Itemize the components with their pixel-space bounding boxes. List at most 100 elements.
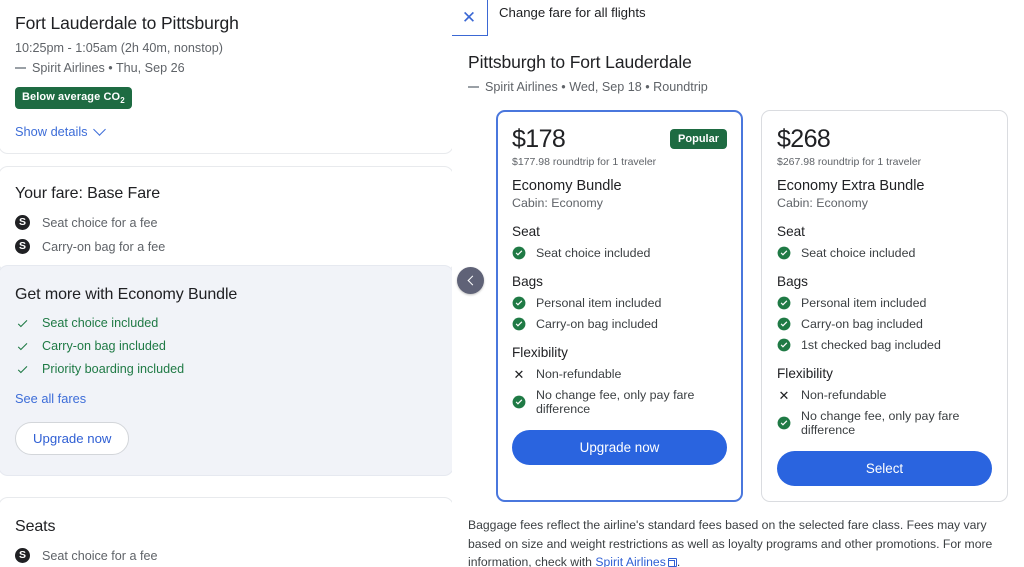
fare-cabin: Cabin: Economy — [777, 196, 868, 211]
feature-label: Seat choice for a fee — [42, 548, 158, 563]
list-item: Carry-on bag included — [777, 317, 992, 331]
group-title-seat: Seat — [777, 224, 805, 240]
fare-price: $268 — [777, 125, 831, 153]
check-circle-icon — [777, 246, 791, 260]
fare-bundle-name: Economy Bundle — [512, 178, 622, 195]
economy-bundle-upsell-card: Get more with Economy Bundle Seat choice… — [0, 265, 452, 476]
fare-option-card[interactable]: $178 Popular $177.98 roundtrip for 1 tra… — [496, 110, 743, 503]
feature-label: Carry-on bag included — [801, 317, 923, 332]
x-icon: ✕ — [778, 387, 790, 403]
price-row: $178 Popular — [512, 126, 727, 152]
seats-card: Seats S Seat choice for a fee — [0, 497, 452, 567]
check-icon — [15, 363, 30, 376]
dollar-fee-icon: S — [15, 239, 30, 254]
list-item: Seat choice included — [777, 246, 992, 260]
feature-label: Non-refundable — [801, 388, 887, 403]
list-item: Priority boarding included — [15, 362, 437, 376]
close-icon[interactable]: ✕ — [452, 0, 488, 36]
airline-logo-placeholder-icon — [468, 86, 479, 88]
feature-label: Personal item included — [536, 296, 662, 311]
trip-title: Pittsburgh to Fort Lauderdale — [468, 52, 692, 72]
chevron-down-icon — [92, 123, 106, 137]
fare-selection-screen: Fort Lauderdale to Pittsburgh 10:25pm - … — [0, 0, 1024, 567]
list-item: Seat choice included — [512, 246, 727, 260]
flight-summary-card: Fort Lauderdale to Pittsburgh 10:25pm - … — [0, 0, 452, 155]
list-item: Seat choice included — [15, 316, 437, 330]
airline-date-label: Spirit Airlines • Thu, Sep 26 — [32, 61, 185, 75]
your-fare-card: Your fare: Base Fare S Seat choice for a… — [0, 166, 452, 272]
fare-cabin: Cabin: Economy — [512, 196, 603, 211]
fare-price-detail: $177.98 roundtrip for 1 traveler — [512, 156, 657, 169]
group-title-bags: Bags — [512, 274, 543, 290]
upgrade-now-button[interactable]: Upgrade now — [512, 430, 727, 466]
left-itinerary-pane: Fort Lauderdale to Pittsburgh 10:25pm - … — [0, 0, 452, 567]
list-item: Personal item included — [777, 296, 992, 310]
bundle-title: Get more with Economy Bundle — [15, 286, 238, 303]
list-item: ✕ Non-refundable — [512, 367, 727, 381]
feature-label: 1st checked bag included — [801, 338, 941, 353]
check-circle-icon — [777, 338, 791, 352]
dollar-fee-icon: S — [15, 548, 30, 563]
list-item: S Seat choice for a fee — [15, 215, 437, 230]
feature-label: Seat choice included — [536, 246, 651, 261]
check-circle-icon — [777, 296, 791, 310]
disclaimer-text-1a: Baggage fees reflect the airline's stand… — [468, 518, 993, 567]
disclaimer-text-1b: . — [676, 555, 681, 567]
check-icon — [15, 340, 30, 353]
feature-label: Carry-on bag included — [42, 339, 166, 353]
external-link-icon — [667, 558, 677, 567]
fare-price: $178 — [512, 125, 566, 153]
spirit-airlines-link[interactable]: Spirit Airlines — [595, 555, 665, 567]
list-item: Carry-on bag included — [512, 317, 727, 331]
dollar-fee-icon: S — [15, 215, 30, 230]
group-title-flexibility: Flexibility — [512, 345, 568, 361]
check-circle-icon — [777, 317, 791, 331]
panel-header: ✕ Change fare for all flights — [452, 0, 1024, 36]
list-item: ✕ Non-refundable — [777, 388, 992, 402]
baggage-disclaimer: Baggage fees reflect the airline's stand… — [452, 502, 1024, 567]
select-fare-button[interactable]: Select — [777, 451, 992, 487]
check-circle-icon — [512, 395, 526, 409]
feature-label: Personal item included — [801, 296, 927, 311]
feature-label: Non-refundable — [536, 367, 622, 382]
fare-option-card[interactable]: $268 $267.98 roundtrip for 1 traveler Ec… — [761, 110, 1008, 503]
upgrade-now-button[interactable]: Upgrade now — [15, 422, 130, 455]
panel-header-label: Change fare for all flights — [499, 5, 646, 20]
trip-subtitle: Spirit Airlines • Wed, Sep 18 • Roundtri… — [468, 80, 1024, 94]
feature-label: No change fee, only pay fare difference — [801, 409, 960, 438]
trip-subtitle-label: Spirit Airlines • Wed, Sep 18 • Roundtri… — [485, 80, 708, 94]
list-item: 1st checked bag included — [777, 338, 992, 352]
group-title-bags: Bags — [777, 274, 808, 290]
show-details-toggle[interactable]: Show details — [15, 123, 437, 140]
show-details-label: Show details — [15, 124, 88, 140]
page-title: Fort Lauderdale to Pittsburgh — [15, 13, 239, 33]
list-item: No change fee, only pay fare difference — [512, 388, 727, 416]
price-row: $268 — [777, 125, 992, 153]
fare-bundle-name: Economy Extra Bundle — [777, 178, 925, 195]
feature-label: Seat choice for a fee — [42, 215, 158, 230]
seats-feature-list: S Seat choice for a fee — [15, 548, 437, 563]
co2-badge-label: Below average CO — [22, 91, 121, 103]
group-title-seat: Seat — [512, 224, 540, 240]
collapse-panel-button[interactable] — [457, 267, 484, 294]
feature-label: Seat choice included — [801, 246, 916, 261]
status-badge: Popular — [670, 129, 727, 149]
your-fare-title: Your fare: Base Fare — [15, 185, 161, 202]
list-item: Personal item included — [512, 296, 727, 310]
close-glyph: ✕ — [461, 8, 477, 27]
bundle-feature-list: Seat choice included Carry-on bag includ… — [15, 316, 437, 376]
check-circle-icon — [512, 296, 526, 310]
flight-times: 10:25pm - 1:05am (2h 40m, nonstop) — [15, 41, 223, 55]
seats-title: Seats — [15, 518, 56, 535]
check-icon — [15, 317, 30, 330]
fare-price-detail: $267.98 roundtrip for 1 traveler — [777, 156, 922, 169]
check-circle-icon — [512, 246, 526, 260]
see-all-fares-link[interactable]: See all fares — [15, 391, 437, 406]
check-circle-icon — [777, 416, 791, 430]
feature-label: Priority boarding included — [42, 362, 185, 376]
list-item: No change fee, only pay fare difference — [777, 409, 992, 437]
co2-badge: Below average CO2 — [15, 87, 132, 110]
fare-options-row: $178 Popular $177.98 roundtrip for 1 tra… — [452, 94, 1024, 503]
chevron-left-icon — [467, 275, 477, 286]
check-circle-icon — [512, 317, 526, 331]
